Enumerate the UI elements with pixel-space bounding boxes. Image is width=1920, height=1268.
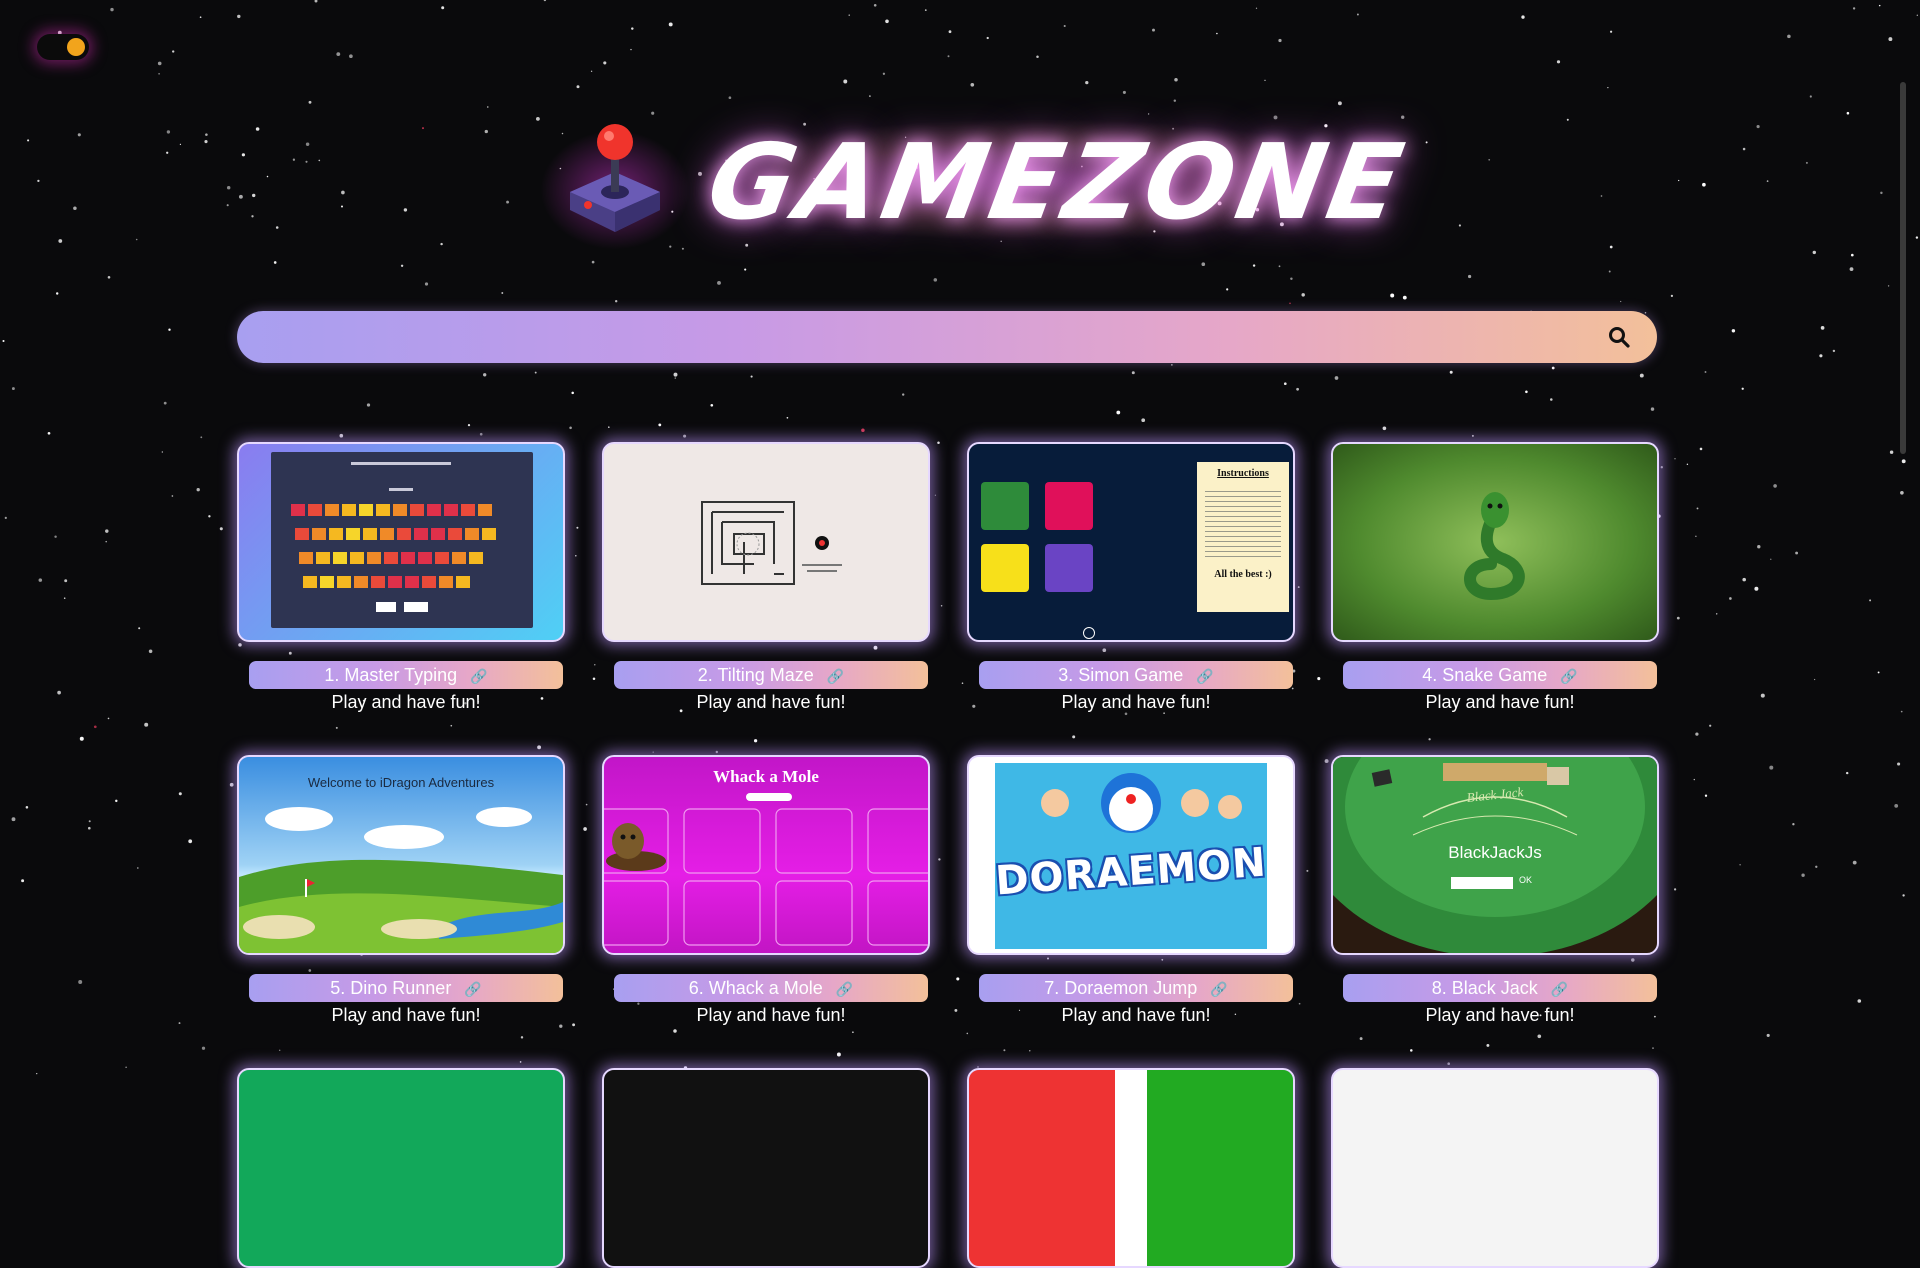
search-icon[interactable] [1607,325,1631,349]
search-input[interactable] [261,311,1585,365]
game-title: Doraemon Jump [1064,978,1198,998]
game-thumbnail[interactable] [967,1068,1295,1268]
game-thumbnail[interactable] [237,442,565,642]
game-title: Tilting Maze [717,665,814,685]
game-title-bar[interactable]: 7. Doraemon Jump 🔗 [979,974,1293,1002]
game-title-bar[interactable]: 8. Black Jack 🔗 [1343,974,1657,1002]
link-icon[interactable]: 🔗 [464,975,481,1003]
game-thumbnail[interactable]: Welcome to iDragon Adventures [237,755,565,955]
game-number: 4. [1422,665,1438,685]
game-subtitle: Play and have fun! [1425,692,1575,712]
instructions-footer: All the best :) [1214,569,1272,580]
game-number: 3. [1058,665,1074,685]
snake-icon [1464,492,1525,601]
link-icon[interactable]: 🔗 [1560,662,1577,690]
game-title-bar[interactable]: 2. Tilting Maze 🔗 [614,661,928,689]
game-title-bar[interactable]: 5. Dino Runner 🔗 [249,974,563,1002]
name-input[interactable] [1451,877,1513,889]
search-bar [237,311,1657,365]
game-thumbnail[interactable]: Whack a Mole [602,755,930,955]
game-title: Black Jack [1451,978,1538,998]
link-icon[interactable]: 🔗 [1210,975,1227,1003]
game-subtitle: Play and have fun! [696,1005,846,1025]
game-title-bar[interactable]: 4. Snake Game 🔗 [1343,661,1657,689]
scrollbar[interactable] [1900,82,1906,454]
instructions-title: Instructions [1217,468,1269,479]
site-header: GAMEZONE [540,100,1416,260]
link-icon[interactable]: 🔗 [1196,662,1213,690]
theme-toggle[interactable] [37,34,89,60]
game-number: 1. [324,665,340,685]
game-thumbnail[interactable]: DORAEMON [967,755,1295,955]
game-subtitle: Play and have fun! [1061,1005,1211,1025]
game-title-bar[interactable]: 6. Whack a Mole 🔗 [614,974,928,1002]
site-logo: GAMEZONE [699,100,1416,260]
game-title: Master Typing [344,665,458,685]
game-title: Simon Game [1078,665,1184,685]
link-icon[interactable]: 🔗 [827,662,844,690]
link-icon[interactable]: 🔗 [1551,975,1568,1003]
game-number: 2. [697,665,713,685]
link-icon[interactable]: 🔗 [836,975,853,1003]
game-subtitle: Play and have fun! [1425,1005,1575,1025]
game-thumbnail[interactable] [1331,1068,1659,1268]
game-title: Dino Runner [350,978,452,998]
game-thumbnail[interactable] [237,1068,565,1268]
game-thumbnail[interactable] [1331,442,1659,642]
game-thumbnail[interactable] [602,442,930,642]
ok-button[interactable]: OK [1519,875,1532,885]
game-title: Whack a Mole [708,978,823,998]
site-title: GAMEZONE [699,121,1416,243]
game-subtitle: Play and have fun! [331,692,481,712]
game-subtitle: Play and have fun! [696,692,846,712]
game-number: 8. [1431,978,1447,998]
game-thumbnail[interactable] [602,1068,930,1268]
game-number: 6. [688,978,704,998]
game-subtitle: Play and have fun! [1061,692,1211,712]
toggle-knob [67,38,85,56]
game-title: Snake Game [1442,665,1548,685]
game-number: 7. [1044,978,1060,998]
link-icon[interactable]: 🔗 [470,662,487,690]
blackjack-title: BlackJackJs [1448,843,1542,862]
game-title-bar[interactable]: 3. Simon Game 🔗 [979,661,1293,689]
joystick-logo-icon [540,120,690,250]
game-thumbnail[interactable]: Instructions All the best :) [967,442,1295,642]
game-subtitle: Play and have fun! [331,1005,481,1025]
game-title-bar[interactable]: 1. Master Typing 🔗 [249,661,563,689]
game-thumbnail[interactable]: Black Jack BlackJackJs OK [1331,755,1659,955]
game-number: 5. [330,978,346,998]
